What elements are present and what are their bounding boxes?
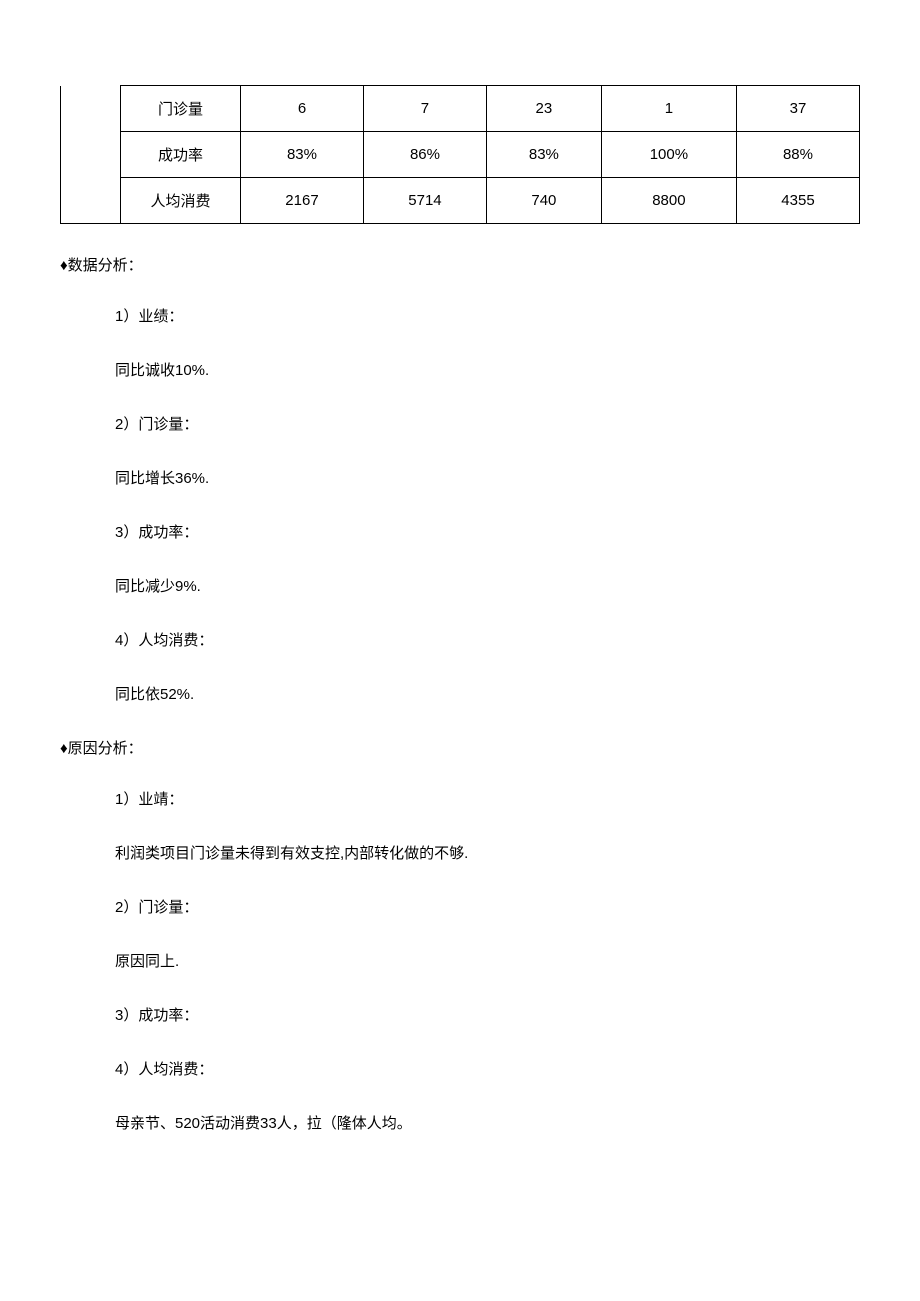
cause-analysis-heading: ♦原因分析： — [60, 737, 860, 758]
list-item-number: 3）成功率： — [115, 521, 860, 545]
metric-label: 成功率 — [121, 132, 241, 178]
data-cell: 8800 — [601, 178, 736, 224]
data-cell: 37 — [736, 86, 859, 132]
list-item-text: 同比增长36%. — [115, 467, 860, 491]
list-item-number: 1）业靖： — [115, 788, 860, 812]
metric-label: 人均消费 — [121, 178, 241, 224]
list-item-number: 1）业绩： — [115, 305, 860, 329]
list-item-text: 原因同上. — [115, 950, 860, 974]
data-cell: 5714 — [363, 178, 486, 224]
data-cell: 2167 — [241, 178, 364, 224]
data-cell: 86% — [363, 132, 486, 178]
list-item-number: 4）人均消费： — [115, 629, 860, 653]
row-group-cell — [61, 86, 121, 224]
data-cell: 88% — [736, 132, 859, 178]
data-analysis-heading: ♦数据分析： — [60, 254, 860, 275]
table-row: 门诊量 6 7 23 1 37 — [61, 86, 860, 132]
list-item-text: 同比减少9%. — [115, 575, 860, 599]
data-table: 门诊量 6 7 23 1 37 成功率 83% 86% 83% 100% 88%… — [60, 85, 860, 224]
metric-label: 门诊量 — [121, 86, 241, 132]
data-cell: 100% — [601, 132, 736, 178]
data-cell: 7 — [363, 86, 486, 132]
list-item-number: 3）成功率： — [115, 1004, 860, 1028]
list-item-number: 4）人均消费： — [115, 1058, 860, 1082]
data-cell: 4355 — [736, 178, 859, 224]
data-cell: 1 — [601, 86, 736, 132]
data-cell: 740 — [486, 178, 601, 224]
data-cell: 23 — [486, 86, 601, 132]
document-page: 门诊量 6 7 23 1 37 成功率 83% 86% 83% 100% 88%… — [0, 85, 920, 1226]
data-cell: 83% — [241, 132, 364, 178]
table-row: 人均消费 2167 5714 740 8800 4355 — [61, 178, 860, 224]
table-row: 成功率 83% 86% 83% 100% 88% — [61, 132, 860, 178]
list-item-text: 利润类项目门诊量未得到有效支控,内部转化做的不够. — [115, 842, 860, 866]
data-cell: 6 — [241, 86, 364, 132]
list-item-text: 同比诚收10%. — [115, 359, 860, 383]
data-cell: 83% — [486, 132, 601, 178]
list-item-number: 2）门诊量： — [115, 413, 860, 437]
list-item-text: 同比依52%. — [115, 683, 860, 707]
list-item-number: 2）门诊量： — [115, 896, 860, 920]
list-item-text: 母亲节、520活动消费33人，拉（隆体人均。 — [115, 1112, 860, 1136]
